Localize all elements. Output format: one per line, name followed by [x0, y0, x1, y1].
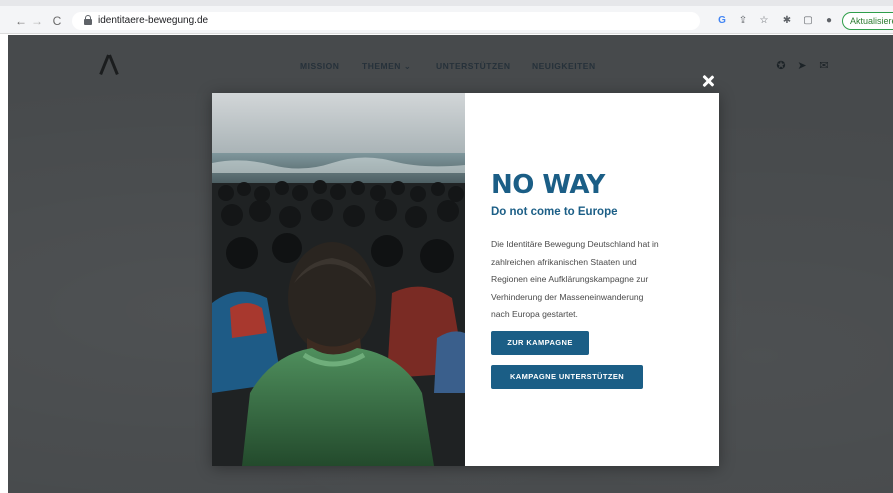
nav-item-unterstuetzen[interactable]: UNTERSTÜTZEN: [436, 61, 510, 71]
update-button[interactable]: Aktualisieren: [842, 12, 893, 30]
nav-item-neuigkeiten[interactable]: NEUIGKEITEN: [532, 61, 596, 71]
crowd-illustration: [212, 93, 465, 466]
extensions-icon[interactable]: ✱: [780, 14, 794, 28]
url-text[interactable]: identitaere-bewegung.de: [98, 14, 208, 28]
body-line: nach Europa gestartet.: [491, 309, 578, 319]
browser-toolbar: ← → C identitaere-bewegung.de G ⇪ ☆ ✱ ▢ …: [0, 0, 893, 34]
body-line: zahlreichen afrikanischen Staaten und: [491, 256, 637, 267]
star-icon[interactable]: ☆: [757, 14, 771, 28]
split-view-icon[interactable]: ▢: [801, 14, 815, 28]
modal-subheadline: Do not come to Europe: [491, 206, 618, 218]
campaign-modal: NO WAY Do not come to Europe Die Identit…: [212, 93, 719, 466]
site-logo[interactable]: [100, 55, 118, 75]
reload-icon[interactable]: C: [50, 14, 64, 28]
body-line: Regionen eine Aufklärungskampagne zur: [491, 274, 649, 284]
profile-icon[interactable]: ●: [822, 14, 836, 28]
odysee-icon[interactable]: ✪: [775, 60, 787, 72]
forward-icon[interactable]: →: [30, 14, 44, 28]
tab-strip: [0, 0, 893, 6]
mail-icon[interactable]: ✉: [818, 60, 830, 72]
google-icon[interactable]: G: [715, 14, 729, 28]
lock-icon[interactable]: [84, 15, 92, 25]
crowd-photo: [212, 93, 465, 466]
back-icon[interactable]: ←: [14, 14, 28, 28]
nav-item-mission[interactable]: MISSION: [300, 61, 339, 71]
close-icon[interactable]: [700, 73, 716, 89]
body-line: Die Identitäre Bewegung Deutschland hat …: [491, 239, 659, 249]
modal-text-panel: NO WAY Do not come to Europe Die Identit…: [465, 93, 719, 466]
modal-headline: NO WAY: [491, 170, 605, 200]
kampagne-unterstuetzen-button[interactable]: KAMPAGNE UNTERSTÜTZEN: [491, 365, 643, 389]
body-line: Verhinderung der Masseneinwanderung: [491, 291, 644, 302]
zur-kampagne-button[interactable]: ZUR KAMPAGNE: [491, 331, 589, 355]
nav-item-themen[interactable]: THEMEN ⌄: [362, 61, 411, 72]
modal-body: Die Identitäre Bewegung Deutschland hat …: [491, 236, 701, 324]
share-icon[interactable]: ⇪: [736, 14, 750, 28]
telegram-icon[interactable]: ➤: [796, 60, 808, 72]
